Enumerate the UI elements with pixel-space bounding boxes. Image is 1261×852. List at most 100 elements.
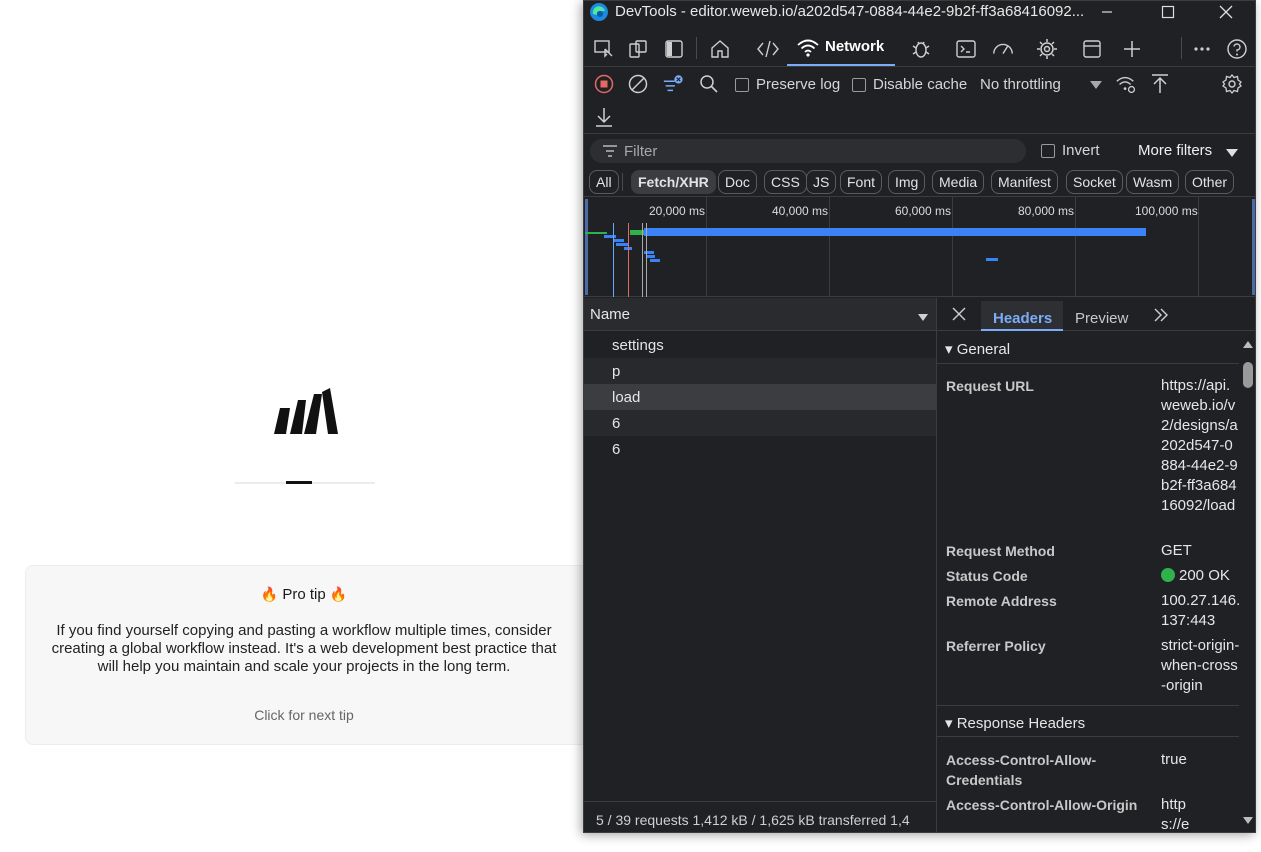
network-status-summary: 5 / 39 requests 1,412 kB / 1,625 kB tran… bbox=[584, 801, 936, 832]
preserve-log-checkbox[interactable] bbox=[735, 78, 749, 92]
request-name: settings bbox=[612, 337, 664, 354]
wifi-icon bbox=[797, 39, 819, 57]
request-row-6[interactable]: 6 bbox=[584, 410, 936, 436]
close-window-button[interactable] bbox=[1206, 1, 1246, 23]
chevron-double-right-icon bbox=[1154, 308, 1168, 322]
filter-chip-js[interactable]: JS bbox=[806, 170, 837, 194]
filter-chip-fetch-xhr[interactable]: Fetch/XHR bbox=[631, 170, 716, 194]
disable-cache-checkbox[interactable] bbox=[852, 78, 866, 92]
tab-network[interactable]: Network bbox=[787, 29, 895, 66]
network-overview-timeline[interactable]: 20,000 ms 40,000 ms 60,000 ms 80,000 ms … bbox=[584, 197, 1255, 297]
customize-devtools-button[interactable] bbox=[1190, 37, 1214, 61]
overview-right-handle[interactable] bbox=[1252, 199, 1255, 295]
waterfall-bars bbox=[585, 199, 1255, 297]
request-row-settings[interactable]: settings bbox=[584, 332, 936, 358]
waterfall-bar bbox=[585, 232, 607, 234]
help-circle-icon bbox=[1227, 39, 1247, 59]
referrer-policy-key: Referrer Policy bbox=[946, 638, 1046, 654]
tab-memory[interactable] bbox=[1035, 37, 1059, 61]
filter-chip-socket[interactable]: Socket bbox=[1066, 170, 1123, 194]
tab-application[interactable] bbox=[1080, 37, 1104, 61]
pro-tip-card[interactable]: 🔥 Pro tip 🔥 If you find yourself copying… bbox=[25, 565, 595, 745]
gear-icon bbox=[1222, 73, 1242, 95]
filter-chip-doc[interactable]: Doc bbox=[718, 170, 757, 194]
more-tools-add-button[interactable] bbox=[1120, 37, 1144, 61]
tab-elements[interactable] bbox=[756, 37, 780, 61]
device-emulation-button[interactable] bbox=[626, 37, 650, 61]
filter-chip-css[interactable]: CSS bbox=[764, 170, 807, 194]
toolbar-divider bbox=[1181, 37, 1182, 59]
filter-toggle-button[interactable] bbox=[662, 73, 684, 95]
network-settings-button[interactable] bbox=[1221, 73, 1243, 95]
overview-left-handle[interactable] bbox=[585, 199, 588, 295]
invert-checkbox[interactable] bbox=[1041, 144, 1055, 158]
dropdown-arrow-icon bbox=[1226, 149, 1238, 157]
more-tabs-button[interactable] bbox=[1153, 307, 1169, 327]
filter-chip-other[interactable]: Other bbox=[1185, 170, 1235, 194]
minimize-icon bbox=[1102, 11, 1112, 13]
tab-headers[interactable]: Headers bbox=[981, 301, 1063, 331]
disable-cache-label: Disable cache bbox=[873, 76, 968, 93]
inspect-element-button[interactable] bbox=[592, 37, 616, 61]
request-row-p[interactable]: p bbox=[584, 358, 936, 384]
close-icon bbox=[952, 307, 966, 321]
search-icon bbox=[700, 75, 718, 93]
request-name: load bbox=[612, 389, 641, 406]
minimize-button[interactable] bbox=[1087, 1, 1127, 23]
filter-chip-media[interactable]: Media bbox=[932, 170, 985, 194]
request-row-load-selected[interactable]: load bbox=[584, 384, 936, 410]
close-detail-button[interactable] bbox=[951, 306, 967, 326]
help-button[interactable] bbox=[1225, 37, 1249, 61]
general-section-header[interactable]: ▾ General bbox=[937, 332, 1239, 364]
clear-log-button[interactable] bbox=[627, 73, 649, 95]
acac-value: true bbox=[1161, 751, 1187, 768]
pro-tip-body: If you find yourself copying and pasting… bbox=[51, 622, 557, 675]
dom-content-loaded-marker bbox=[613, 223, 614, 297]
tab-headers-label: Headers bbox=[993, 310, 1053, 327]
scroll-thumb[interactable] bbox=[1243, 362, 1253, 388]
load-event-marker bbox=[628, 223, 629, 297]
status-code-value: 200 OK bbox=[1161, 566, 1239, 586]
tab-console[interactable] bbox=[954, 37, 978, 61]
tab-sources[interactable] bbox=[909, 37, 933, 61]
filter-chip-manifest[interactable]: Manifest bbox=[991, 170, 1058, 194]
devtools-window: DevTools - editor.weweb.io/a202d547-0884… bbox=[583, 0, 1256, 833]
import-har-button[interactable] bbox=[1149, 73, 1171, 95]
tab-performance[interactable] bbox=[991, 37, 1015, 61]
search-button[interactable] bbox=[698, 73, 720, 95]
name-column-header[interactable]: Name bbox=[584, 298, 936, 331]
filter-chip-wasm[interactable]: Wasm bbox=[1126, 170, 1180, 194]
application-window-icon bbox=[1083, 40, 1101, 58]
network-conditions-button[interactable] bbox=[1115, 73, 1137, 95]
throttling-select[interactable]: No throttling bbox=[980, 72, 1106, 96]
tab-welcome[interactable] bbox=[708, 37, 732, 61]
tab-preview[interactable]: Preview bbox=[1075, 310, 1128, 327]
more-filters-dropdown[interactable]: More filters bbox=[1137, 139, 1247, 163]
request-name: 6 bbox=[612, 441, 621, 458]
waterfall-bar bbox=[650, 259, 660, 262]
remote-address-key: Remote Address bbox=[946, 593, 1057, 609]
network-toolbar: Preserve log Disable cache No throttling bbox=[584, 68, 1255, 134]
filter-chip-all[interactable]: All bbox=[589, 170, 619, 194]
devtools-titlebar[interactable]: DevTools - editor.weweb.io/a202d547-0884… bbox=[584, 1, 1255, 23]
response-headers-section-header[interactable]: ▾ Response Headers bbox=[937, 705, 1239, 737]
request-row-6[interactable]: 6 bbox=[584, 436, 936, 462]
devtools-title: DevTools - editor.weweb.io/a202d547-0884… bbox=[615, 3, 1085, 20]
loading-progress-indicator bbox=[286, 481, 312, 484]
maximize-button[interactable] bbox=[1148, 1, 1188, 23]
scroll-down-arrow-icon[interactable] bbox=[1242, 816, 1254, 825]
network-filter-bar: Invert More filters All Fetch/XHR Doc CS… bbox=[584, 135, 1255, 197]
filter-chip-font[interactable]: Font bbox=[840, 170, 883, 194]
filter-chip-img[interactable]: Img bbox=[888, 170, 926, 194]
plus-icon bbox=[1124, 41, 1140, 57]
filter-input[interactable] bbox=[624, 141, 1014, 161]
headers-scrollbar[interactable] bbox=[1239, 332, 1255, 832]
acao-value: https://e bbox=[1161, 796, 1190, 833]
pro-tip-heading: Pro tip bbox=[282, 586, 326, 603]
stop-recording-button[interactable] bbox=[593, 73, 615, 95]
toggle-sidebar-button[interactable] bbox=[662, 37, 686, 61]
scroll-up-arrow-icon[interactable] bbox=[1242, 340, 1254, 349]
more-filters-label: More filters bbox=[1138, 142, 1213, 159]
next-tip-link[interactable]: Click for next tip bbox=[26, 707, 582, 723]
export-har-button[interactable] bbox=[593, 106, 615, 128]
